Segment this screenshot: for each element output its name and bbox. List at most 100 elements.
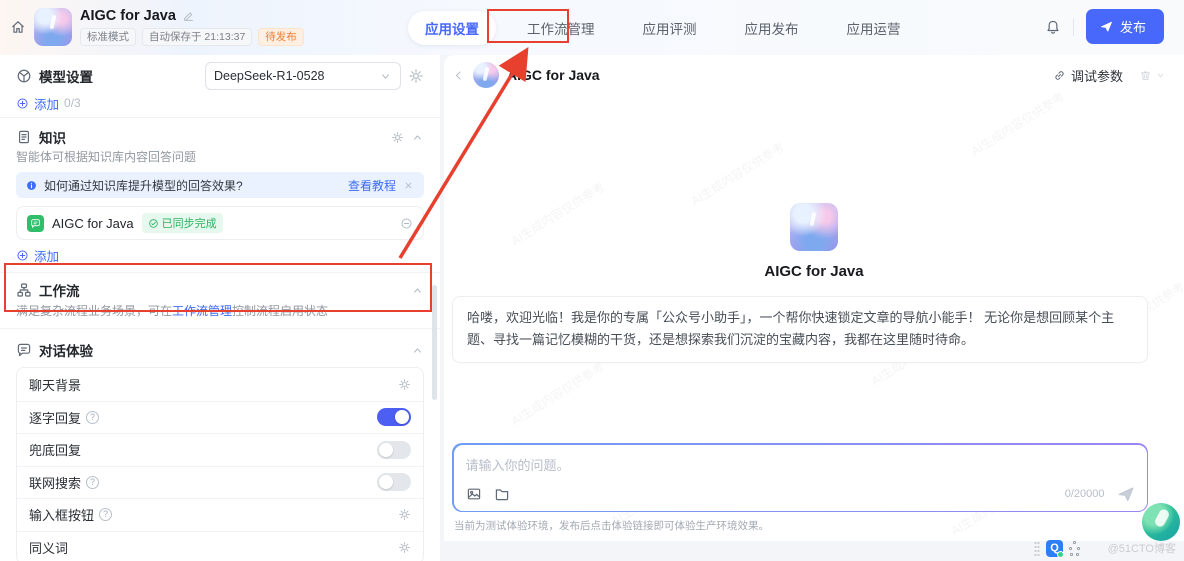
assistant-dots-icon[interactable] xyxy=(1069,541,1081,556)
config-sidebar: 模型设置 DeepSeek-R1-0528 添加 0/3 知识 智能体可根据知识 xyxy=(0,55,440,561)
chat-bubble-icon xyxy=(16,342,32,358)
knowledge-item-name: AIGC for Java xyxy=(52,216,134,231)
top-tab-bar: 应用设置 工作流管理 应用评测 应用发布 应用运营 xyxy=(408,11,918,45)
model-count: 0/3 xyxy=(64,96,81,110)
banner-text: 如何通过知识库提升模型的回答效果? xyxy=(44,177,243,194)
char-counter: 0/20000 xyxy=(1065,488,1105,500)
tab-app-publish[interactable]: 应用发布 xyxy=(728,11,816,45)
chat-exp-title: 对话体验 xyxy=(39,340,93,360)
upload-image-icon[interactable] xyxy=(466,486,482,502)
chat-exp-card: 聊天背景 逐字回复 ? 兜底回复 联网搜索 ? xyxy=(16,367,424,561)
knowledge-title: 知识 xyxy=(39,127,66,147)
preview-header: AIGC for Java 调试参数 xyxy=(444,55,1184,95)
welcome-app-name: AIGC for Java xyxy=(444,263,1184,280)
sync-status-badge: 已同步完成 xyxy=(142,213,223,233)
workflow-collapse-icon[interactable] xyxy=(411,284,424,297)
question-input[interactable] xyxy=(466,455,1135,477)
setting-row-streaming-reply: 逐字回复 ? xyxy=(17,401,423,434)
plus-circle-icon xyxy=(16,249,29,262)
ai-watermark: AI生成内容仅供参考 xyxy=(968,88,1068,159)
workflow-title: 工作流 xyxy=(39,280,80,300)
publish-button[interactable]: 发布 xyxy=(1086,9,1164,44)
header-divider xyxy=(1073,18,1074,36)
model-gear-icon[interactable] xyxy=(408,68,424,84)
upload-file-icon[interactable] xyxy=(494,486,510,502)
page-watermark: @51CTO博客 xyxy=(1108,540,1176,556)
bell-icon[interactable] xyxy=(1045,19,1061,35)
welcome-message-bubble: 哈喽，欢迎光临！我是你的专属「公众号小助手」，一个帮你快速锁定文章的导航小能手！… xyxy=(452,296,1148,363)
drag-handle-icon[interactable] xyxy=(1034,541,1040,557)
fallback-reply-toggle[interactable] xyxy=(377,441,411,459)
home-icon[interactable] xyxy=(10,19,26,35)
workflow-management-link[interactable]: 工作流管理 xyxy=(172,304,232,318)
wechat-article-icon xyxy=(27,215,44,232)
preview-app-avatar xyxy=(473,62,499,88)
help-icon[interactable]: ? xyxy=(86,411,99,424)
model-icon xyxy=(16,68,32,84)
gear-icon[interactable] xyxy=(398,378,411,391)
debug-params-button[interactable]: 调试参数 xyxy=(1053,66,1123,85)
model-select-dropdown[interactable]: DeepSeek-R1-0528 xyxy=(205,62,401,90)
tab-app-settings[interactable]: 应用设置 xyxy=(408,11,496,45)
banner-close-icon[interactable] xyxy=(403,180,414,191)
check-circle-icon xyxy=(148,218,159,229)
app-title: AIGC for Java xyxy=(80,8,176,24)
banner-tutorial-link[interactable]: 查看教程 xyxy=(348,177,396,194)
app-meta: AIGC for Java 标准模式 自动保存于 21:13:37 待发布 xyxy=(80,8,304,46)
model-selected-value: DeepSeek-R1-0528 xyxy=(214,69,325,83)
welcome-app-avatar xyxy=(790,203,838,251)
51cto-logo xyxy=(1142,503,1180,541)
preview-app-title: AIGC for Java xyxy=(507,67,600,83)
model-add-link[interactable]: 添加 xyxy=(34,94,59,113)
model-add-row: 添加 0/3 xyxy=(16,92,424,114)
clear-history-button[interactable] xyxy=(1139,69,1166,82)
info-icon xyxy=(26,180,37,191)
workflow-desc: 满足复杂流程业务场景，可在工作流管理控制流程启用状态 xyxy=(16,302,424,320)
gear-icon[interactable] xyxy=(398,508,411,521)
status-badge: 待发布 xyxy=(258,28,304,46)
setting-row-chat-background[interactable]: 聊天背景 xyxy=(17,368,423,401)
q-app-icon[interactable]: Q xyxy=(1046,540,1063,557)
streaming-reply-toggle[interactable] xyxy=(377,408,411,426)
setting-row-input-buttons[interactable]: 输入框按钮 ? xyxy=(17,498,423,531)
knowledge-title-wrap: 知识 xyxy=(16,127,384,147)
link-icon xyxy=(1053,69,1066,82)
app-avatar[interactable] xyxy=(34,8,72,46)
tab-app-evaluation[interactable]: 应用评测 xyxy=(626,11,714,45)
chevron-down-icon xyxy=(379,70,392,83)
edit-icon[interactable] xyxy=(182,10,195,23)
ai-watermark: AI生成内容仅供参考 xyxy=(688,138,788,209)
collapse-left-icon[interactable] xyxy=(452,69,465,82)
chat-exp-collapse-icon[interactable] xyxy=(411,344,424,357)
model-settings-row: 模型设置 DeepSeek-R1-0528 xyxy=(16,62,424,90)
tab-workflow-management[interactable]: 工作流管理 xyxy=(510,11,612,45)
model-settings-title: 模型设置 xyxy=(39,66,198,86)
workflow-icon xyxy=(16,282,32,298)
setting-row-fallback-reply: 兜底回复 xyxy=(17,433,423,466)
chat-experience-section: 对话体验 聊天背景 逐字回复 ? 兜底回复 xyxy=(16,329,424,561)
app-page: AIGC for Java 标准模式 自动保存于 21:13:37 待发布 应用… xyxy=(0,0,1184,561)
knowledge-section: 知识 智能体可根据知识库内容回答问题 如何通过知识库提升模型的回答效果? 查看教… xyxy=(16,118,424,264)
trash-icon xyxy=(1139,69,1152,82)
send-button[interactable] xyxy=(1117,485,1135,503)
sidebar-scrollbar[interactable] xyxy=(432,285,437,400)
knowledge-item[interactable]: AIGC for Java 已同步完成 xyxy=(16,206,424,240)
chat-input-box: 0/20000 xyxy=(452,443,1148,512)
web-search-toggle[interactable] xyxy=(377,473,411,491)
gear-icon[interactable] xyxy=(398,541,411,554)
help-icon[interactable]: ? xyxy=(86,476,99,489)
knowledge-gear-icon[interactable] xyxy=(391,131,404,144)
knowledge-desc: 智能体可根据知识库内容回答问题 xyxy=(16,148,424,166)
setting-row-synonyms[interactable]: 同义词 xyxy=(17,531,423,561)
header-app-info: AIGC for Java 标准模式 自动保存于 21:13:37 待发布 xyxy=(10,8,304,46)
workflow-section: 工作流 满足复杂流程业务场景，可在工作流管理控制流程启用状态 xyxy=(16,273,424,328)
remove-icon[interactable] xyxy=(400,217,413,230)
tab-app-operation[interactable]: 应用运营 xyxy=(830,11,918,45)
environment-note: 当前为测试体验环境，发布后点击体验链接即可体验生产环境效果。 xyxy=(454,518,769,533)
knowledge-add-link[interactable]: 添加 xyxy=(34,246,59,265)
knowledge-add-row: 添加 xyxy=(16,246,424,264)
ai-watermark: AI生成内容仅供参考 xyxy=(508,358,608,429)
knowledge-collapse-icon[interactable] xyxy=(411,131,424,144)
help-icon[interactable]: ? xyxy=(99,508,112,521)
autosave-badge: 自动保存于 21:13:37 xyxy=(142,28,252,46)
